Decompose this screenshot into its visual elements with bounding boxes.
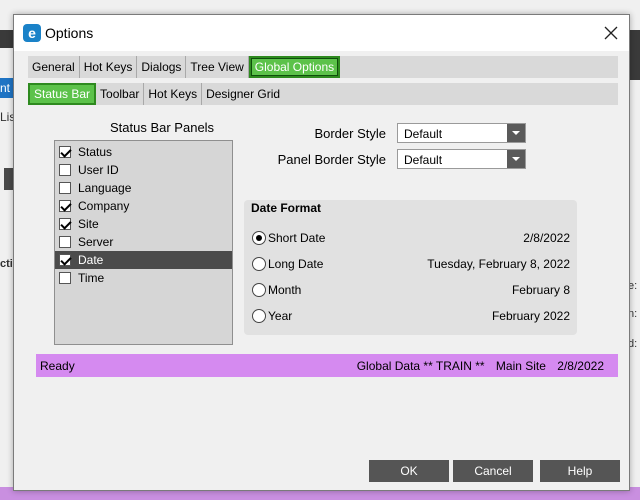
panel-border-style-label: Panel Border Style — [277, 152, 386, 167]
preview-right-panels: Global Data ** TRAIN ** Main Site 2/8/20… — [349, 359, 604, 373]
help-button[interactable]: Help — [540, 460, 620, 482]
tab-general[interactable]: General — [28, 56, 80, 78]
date-option-label: Year — [268, 309, 293, 323]
panel-item-label: Time — [78, 271, 105, 285]
panel-item-server[interactable]: Server — [55, 233, 232, 251]
panel-item-time[interactable]: Time — [55, 269, 232, 287]
main-tab-bar: General Hot Keys Dialogs Tree View Globa… — [28, 56, 618, 78]
preview-date: 2/8/2022 — [557, 359, 604, 373]
user-id-checkbox[interactable] — [59, 164, 71, 176]
time-checkbox[interactable] — [59, 272, 71, 284]
panel-item-label: Date — [78, 253, 104, 267]
date-option-label: Long Date — [268, 257, 324, 271]
month-radio[interactable] — [252, 283, 266, 297]
panel-item-label: Company — [78, 199, 130, 213]
tab-dialogs[interactable]: Dialogs — [137, 56, 187, 78]
close-button[interactable] — [601, 23, 621, 43]
panel-item-site[interactable]: Site — [55, 215, 232, 233]
bg-right-dark-bar — [630, 30, 640, 80]
date-checkbox[interactable] — [59, 254, 71, 266]
subtab-designer-grid[interactable]: Designer Grid — [202, 83, 284, 105]
chevron-down-icon — [507, 124, 525, 142]
sub-tab-bar: Status Bar Toolbar Hot Keys Designer Gri… — [28, 83, 618, 105]
tab-hot-keys[interactable]: Hot Keys — [80, 56, 138, 78]
date-option-short-date[interactable]: Short Date 2/8/2022 — [252, 228, 570, 248]
preview-site: Main Site — [495, 359, 546, 373]
date-option-example: 2/8/2022 — [523, 231, 570, 245]
tab-global-options[interactable]: Global Options — [248, 56, 341, 78]
panel-item-label: Site — [78, 217, 99, 231]
cancel-button[interactable]: Cancel — [453, 460, 533, 482]
panel-border-style-select[interactable]: Default — [397, 149, 526, 169]
border-style-value: Default — [404, 127, 443, 141]
date-format-group: Date Format Short Date 2/8/2022 Long Dat… — [244, 200, 577, 335]
panel-item-status[interactable]: Status — [55, 143, 232, 161]
dialog-title: Options — [45, 25, 94, 41]
app-logo-icon: e — [23, 24, 41, 42]
bg-fragment-nt: nt — [0, 81, 11, 95]
subtab-hot-keys[interactable]: Hot Keys — [144, 83, 203, 105]
company-checkbox[interactable] — [59, 200, 71, 212]
language-checkbox[interactable] — [59, 182, 71, 194]
border-style-select[interactable]: Default — [397, 123, 526, 143]
tab-tree-view[interactable]: Tree View — [186, 56, 249, 78]
panel-item-language[interactable]: Language — [55, 179, 232, 197]
bg-dark-bar — [0, 30, 14, 48]
options-dialog: e Options General Hot Keys Dialogs Tree … — [13, 14, 630, 491]
border-style-label: Border Style — [314, 126, 386, 141]
date-option-label: Month — [268, 283, 302, 297]
server-checkbox[interactable] — [59, 236, 71, 248]
panel-item-company[interactable]: Company — [55, 197, 232, 215]
subtab-status-bar[interactable]: Status Bar — [28, 83, 97, 105]
close-icon — [604, 26, 618, 40]
status-bar-panels-title: Status Bar Panels — [110, 120, 215, 135]
panel-item-label: Status — [78, 145, 113, 159]
short-date-radio[interactable] — [252, 231, 266, 245]
dialog-titlebar: e Options — [14, 15, 629, 51]
panel-item-label: Language — [78, 181, 132, 195]
preview-company: Global Data ** TRAIN ** — [356, 359, 485, 373]
date-option-long-date[interactable]: Long Date Tuesday, February 8, 2022 — [252, 254, 570, 274]
subtab-toolbar[interactable]: Toolbar — [96, 83, 145, 105]
ok-button[interactable]: OK — [369, 460, 449, 482]
preview-status-text: Ready — [40, 359, 75, 373]
panel-item-label: User ID — [78, 163, 119, 177]
long-date-radio[interactable] — [252, 257, 266, 271]
date-option-month[interactable]: Month February 8 — [252, 280, 570, 300]
date-option-example: Tuesday, February 8, 2022 — [427, 257, 570, 271]
date-option-label: Short Date — [268, 231, 326, 245]
chevron-down-icon — [507, 150, 525, 168]
year-radio[interactable] — [252, 309, 266, 323]
status-bar-panels-list: Status User ID Language Company Site Ser… — [54, 140, 233, 345]
panel-item-user-id[interactable]: User ID — [55, 161, 232, 179]
date-option-example: February 2022 — [491, 309, 570, 323]
panel-item-date[interactable]: Date — [55, 251, 232, 269]
panel-item-label: Server — [78, 235, 114, 249]
date-format-title: Date Format — [251, 201, 322, 215]
date-option-example: February 8 — [511, 283, 570, 297]
site-checkbox[interactable] — [59, 218, 71, 230]
status-bar-preview: Ready Global Data ** TRAIN ** Main Site … — [36, 354, 618, 377]
date-option-year[interactable]: Year February 2022 — [252, 306, 570, 326]
status-checkbox[interactable] — [59, 146, 71, 158]
panel-border-style-value: Default — [404, 153, 443, 167]
